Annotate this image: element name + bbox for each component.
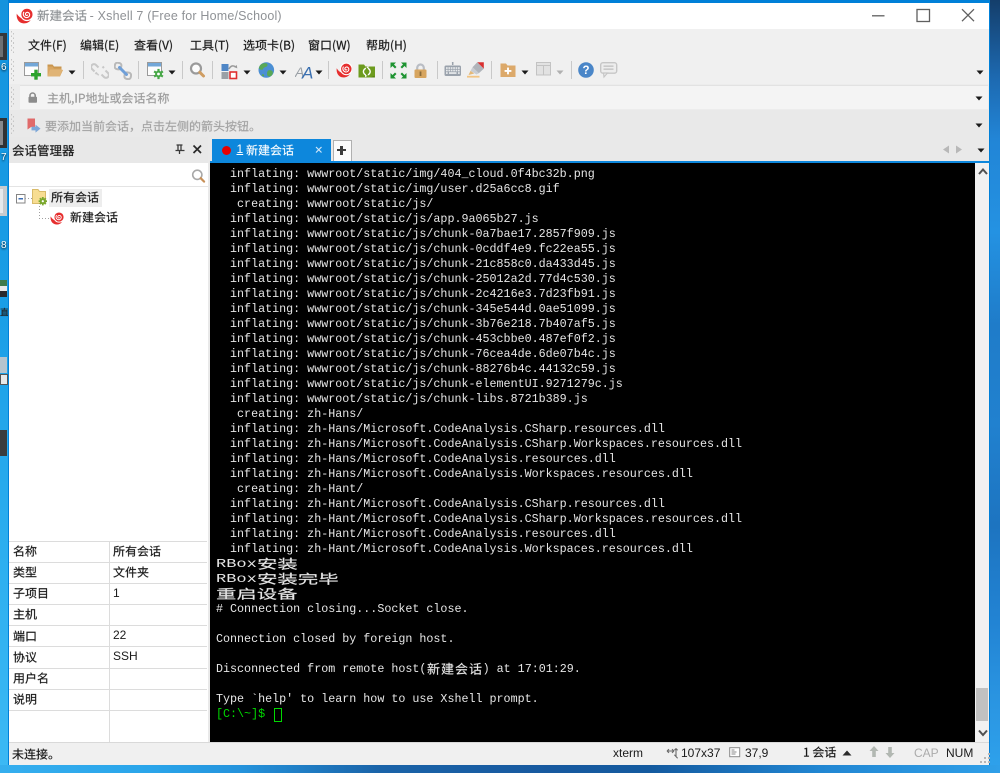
svg-text:A: A: [301, 64, 313, 81]
svg-text:?: ?: [582, 65, 589, 77]
